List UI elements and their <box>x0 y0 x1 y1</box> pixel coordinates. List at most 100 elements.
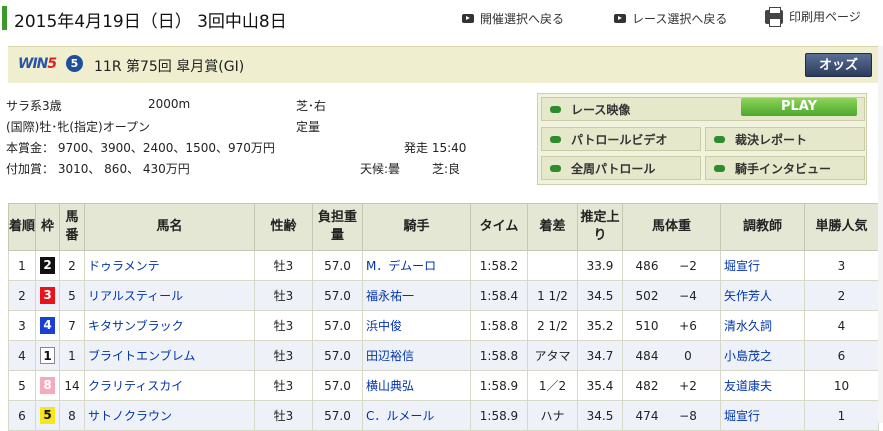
col-jockey[interactable]: 騎手 <box>362 203 471 251</box>
trainer-cell: 堀宣行 <box>720 250 805 281</box>
prize-money: 本賞金： 9700、3900、2400、1500、970万円 <box>6 141 275 155</box>
horse-link[interactable]: キタサンブラック <box>88 319 184 333</box>
full-patrol-button[interactable]: 全周パトロール <box>541 156 701 180</box>
waku-badge: 3 <box>40 287 55 304</box>
col-bodyweight[interactable]: 馬体重 <box>622 203 721 251</box>
waku-cell: 8 <box>35 370 60 401</box>
race-conditions: (国際)牡･牝(指定)オープン <box>6 120 151 134</box>
full-patrol-label: 全周パトロール <box>571 161 656 176</box>
col-horse[interactable]: 馬名 <box>84 203 255 251</box>
bodyweight-diff: −2 <box>679 258 697 273</box>
col-last3f[interactable]: 推定上り <box>577 203 623 251</box>
bodyweight-cell: 482 +2 <box>622 370 721 401</box>
jockey-cell: 横山典弘 <box>362 370 471 401</box>
trainer-link[interactable]: 堀宣行 <box>724 409 760 423</box>
col-rank[interactable]: 着順 <box>8 203 36 251</box>
last3f-cell: 34.5 <box>577 280 623 311</box>
num-cell: 14 <box>59 370 85 401</box>
table-row: 2 3 5 リアルスティール 牡3 57.0 福永祐一 1:58.4 1 1/2… <box>8 280 879 311</box>
trainer-link[interactable]: 矢作芳人 <box>724 289 772 303</box>
back-to-meeting-link[interactable]: 開催選択へ戻る <box>462 10 564 27</box>
last3f-cell: 35.2 <box>577 310 623 341</box>
horse-link[interactable]: リアルスティール <box>88 289 183 303</box>
trainer-cell: 堀宣行 <box>720 400 805 431</box>
print-page-link[interactable]: 印刷用ページ <box>765 6 861 27</box>
col-num[interactable]: 馬番 <box>59 203 85 251</box>
bodyweight-diff: +6 <box>679 318 697 333</box>
trainer-link[interactable]: 清水久詞 <box>724 319 772 333</box>
sexage-cell: 牡3 <box>254 400 313 431</box>
page-scrollbar[interactable] <box>878 46 883 423</box>
horse-link[interactable]: サトノクラウン <box>88 409 172 423</box>
track-going: 芝:良 <box>432 162 461 176</box>
print-page-label: 印刷用ページ <box>789 10 861 24</box>
race-title-bar: WIN5 5 11R 第75回 皐月賞(GI) オッズ <box>8 46 878 83</box>
horse-cell: クラリティスカイ <box>84 370 255 401</box>
race-course: 芝･右 <box>296 99 327 113</box>
col-time[interactable]: タイム <box>470 203 528 251</box>
trainer-cell: 友道康夫 <box>720 370 805 401</box>
num-cell: 1 <box>59 340 85 371</box>
col-weight[interactable]: 負担重量 <box>312 203 363 251</box>
weight-cell: 57.0 <box>312 280 363 311</box>
trainer-link[interactable]: 小島茂之 <box>724 349 772 363</box>
results-table: 着順 枠 馬番 馬名 性齢 負担重量 騎手 タイム 着差 推定上り 馬体重 調教… <box>8 203 879 431</box>
patrol-video-label: パトロールビデオ <box>571 132 668 147</box>
back-to-race-link[interactable]: レース選択へ戻る <box>614 10 727 27</box>
trainer-link[interactable]: 堀宣行 <box>724 259 760 273</box>
race-distance: 2000m <box>148 97 191 111</box>
bodyweight-value: 482 <box>635 378 659 393</box>
col-pop[interactable]: 単勝人気 <box>804 203 879 251</box>
jockey-link[interactable]: 浜中俊 <box>366 319 402 333</box>
patrol-video-button[interactable]: パトロールビデオ <box>541 127 701 151</box>
jockey-link[interactable]: 田辺裕信 <box>366 349 414 363</box>
win5-text: WIN <box>18 56 48 72</box>
race-date: 2015年4月19日（日） 3回中山8日 <box>14 12 287 32</box>
col-trainer[interactable]: 調教師 <box>720 203 805 251</box>
weight-cell: 57.0 <box>312 250 363 281</box>
rank-cell: 4 <box>8 340 36 371</box>
race-category: サラ系3歳 <box>6 99 62 113</box>
col-margin[interactable]: 着差 <box>527 203 578 251</box>
jockey-link[interactable]: C．ルメール <box>366 409 434 423</box>
horse-cell: キタサンブラック <box>84 310 255 341</box>
waku-badge: 4 <box>40 317 55 334</box>
col-sexage[interactable]: 性齢 <box>254 203 313 251</box>
bodyweight-diff: −8 <box>679 408 697 423</box>
jockey-interview-button[interactable]: 騎手インタビュー <box>705 156 865 180</box>
waku-badge: 1 <box>40 347 55 364</box>
pop-cell: 1 <box>804 400 879 431</box>
margin-cell: アタマ <box>527 340 578 371</box>
waku-cell: 5 <box>35 400 60 431</box>
sexage-cell: 牡3 <box>254 310 313 341</box>
inquiry-report-button[interactable]: 裁決レポート <box>705 127 865 151</box>
horse-cell: リアルスティール <box>84 280 255 311</box>
jockey-link[interactable]: 横山典弘 <box>366 379 414 393</box>
bodyweight-value: 474 <box>635 408 659 423</box>
jockey-link[interactable]: 福永祐一 <box>366 289 414 303</box>
weight-cell: 57.0 <box>312 400 363 431</box>
horse-link[interactable]: ブライトエンブレム <box>88 349 195 363</box>
bonus-money: 付加賞： 3010、 860、 430万円 <box>6 162 190 176</box>
pop-cell: 2 <box>804 280 879 311</box>
col-waku[interactable]: 枠 <box>35 203 60 251</box>
rank-cell: 1 <box>8 250 36 281</box>
table-row: 6 5 8 サトノクラウン 牡3 57.0 C．ルメール 1:58.9 ハナ 3… <box>8 400 879 431</box>
weight-cell: 57.0 <box>312 310 363 341</box>
trainer-link[interactable]: 友道康夫 <box>724 379 772 393</box>
back-to-meeting-label: 開催選択へ戻る <box>480 12 565 26</box>
bodyweight-cell: 510 +6 <box>622 310 721 341</box>
arrow-right-icon <box>462 14 474 23</box>
odds-button[interactable]: オッズ <box>805 53 872 77</box>
time-cell: 1:58.9 <box>470 370 528 401</box>
waku-badge: 2 <box>40 257 55 274</box>
weight-rule: 定量 <box>296 120 321 134</box>
margin-cell: 1 1/2 <box>527 280 578 311</box>
sexage-cell: 牡3 <box>254 340 313 371</box>
table-header-row: 着順 枠 馬番 馬名 性齢 負担重量 騎手 タイム 着差 推定上り 馬体重 調教… <box>8 203 879 251</box>
horse-link[interactable]: ドゥラメンテ <box>88 259 160 273</box>
play-button[interactable]: PLAY <box>741 98 857 116</box>
horse-link[interactable]: クラリティスカイ <box>88 379 183 393</box>
jockey-link[interactable]: M．デムーロ <box>366 259 436 273</box>
back-to-race-label: レース選択へ戻る <box>632 12 728 26</box>
